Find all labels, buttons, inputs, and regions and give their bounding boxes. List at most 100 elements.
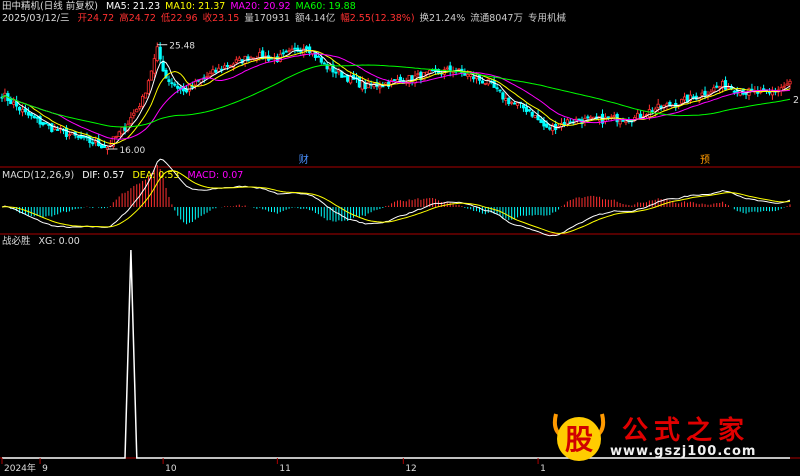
candle-body-114	[334, 71, 338, 74]
candle-body-18	[53, 127, 57, 130]
candle-body-162	[474, 76, 479, 79]
watermark-name: 公式之家	[622, 416, 751, 446]
candle-body-182	[533, 115, 537, 118]
candle-body-53	[155, 46, 159, 62]
candle-body-211	[618, 120, 622, 125]
candle-body-248	[726, 87, 731, 89]
candle-body-172	[504, 97, 508, 101]
candle-body-4	[12, 101, 16, 105]
candle-body-193	[565, 119, 569, 125]
candle-body-174	[510, 101, 514, 104]
candle-body-240	[703, 90, 707, 96]
candle-body-213	[624, 120, 628, 124]
candle-body-159	[466, 73, 470, 77]
candle-body-98	[287, 50, 291, 52]
candle-body-80	[234, 59, 238, 63]
quote-item-6: 幅2.55(12.38%)	[340, 13, 415, 24]
candle-body-42	[123, 127, 127, 131]
candle-body-44	[129, 116, 133, 125]
candle-body-181	[530, 111, 534, 117]
ma-legend: MA5: 21.23 MA10: 21.37 MA20: 20.92 MA60: 19…	[106, 1, 361, 12]
quote-item-2: 低22.96	[160, 13, 198, 24]
dif-value: DIF: 0.57	[82, 170, 125, 181]
quote-item-1: 高24.72	[119, 13, 156, 24]
candle-body-244	[715, 85, 719, 88]
ma-line-ma60	[1, 64, 791, 128]
candle-body-34	[99, 144, 104, 149]
candle-body-26	[76, 136, 80, 138]
candle-body-23	[67, 134, 71, 136]
candle-body-49	[143, 92, 148, 99]
macd-title: MACD(12,26,9)	[2, 170, 75, 181]
x-axis-label-3: 11	[279, 464, 290, 474]
candle-body-84	[246, 56, 250, 62]
candle-body-58	[170, 82, 174, 85]
candle-body-192	[562, 121, 567, 126]
x-axis-label-0: 2024年	[4, 462, 36, 474]
candle-body-243	[712, 87, 716, 92]
candle-body-99	[290, 48, 294, 51]
candle-body-59	[173, 83, 177, 86]
candle-body-41	[120, 126, 124, 135]
candle-body-179	[524, 106, 528, 112]
candle-body-263	[770, 91, 775, 96]
x-axis-label-5: 1	[540, 464, 546, 474]
candle-body-74	[217, 67, 221, 72]
candle-body-19	[56, 129, 60, 131]
candle-body-50	[146, 80, 151, 95]
candle-body-185	[542, 120, 546, 127]
candle-body-152	[445, 67, 449, 70]
candle-body-60	[176, 85, 180, 89]
candle-body-209	[612, 115, 616, 118]
candle-body-118	[346, 74, 350, 82]
x-axis-label-2: 10	[165, 464, 177, 474]
candle-body-267	[782, 85, 786, 88]
candle-body-170	[498, 89, 502, 92]
ma-legend-item-3: MA60: 19.88	[295, 1, 356, 12]
right-edge-label: 2	[793, 95, 800, 106]
candle-body-134	[392, 79, 397, 81]
candle-body-112	[328, 65, 332, 70]
price-annotation-1: 16.00	[119, 146, 145, 156]
candle-body-247	[723, 80, 728, 90]
gu-logo-glyph: 股	[565, 423, 593, 456]
quote-item-8: 流通8047万	[470, 13, 523, 24]
candle-body-45	[132, 112, 136, 116]
ma-line-ma10	[1, 49, 791, 144]
candle-body-233	[682, 96, 687, 101]
candle-body-129	[378, 85, 382, 89]
quote-item-7: 换21.24%	[419, 13, 466, 24]
candle-body-10	[29, 113, 33, 117]
candle-body-46	[135, 108, 139, 113]
candle-body-15	[44, 122, 48, 125]
quote-item-4: 量170931	[244, 13, 291, 24]
candle-body-254	[744, 93, 748, 95]
candle-body-109	[319, 57, 323, 63]
candle-body-224	[656, 103, 660, 109]
watermark-url: www.gszj100.com	[610, 444, 757, 459]
quote-item-9: 专用机械	[527, 13, 566, 24]
candle-body-136	[398, 76, 402, 81]
candle-body-72	[211, 69, 215, 74]
candle-body-176	[515, 102, 520, 106]
candle-body-105	[307, 46, 312, 54]
price-header-line1: 田中精机(日线 前复权) MA5: 21.23 MA10: 21.37 MA20: …	[2, 1, 366, 13]
price-header-line2: 2025/03/12/三 开24.72 高24.72 低22.96 收23.15 量17…	[2, 13, 576, 25]
xg-value: XG: 0.00	[38, 236, 80, 247]
candle-body-30	[88, 135, 92, 143]
candle-body-47	[138, 106, 142, 109]
candle-body-104	[305, 46, 309, 50]
ma-legend-item-1: MA10: 21.37	[165, 1, 226, 12]
candle-body-268	[785, 83, 789, 86]
candle-body-110	[322, 62, 326, 65]
candle-body-76	[223, 65, 227, 69]
candle-body-160	[469, 74, 473, 77]
candle-body-97	[284, 50, 288, 53]
candle-body-180	[527, 109, 531, 112]
candle-body-70	[205, 75, 209, 78]
candle-body-51	[149, 70, 153, 81]
candle-body-122	[357, 76, 361, 88]
candle-body-183	[536, 115, 540, 121]
ma-legend-item-0: MA5: 21.23	[105, 1, 161, 12]
candle-body-31	[91, 142, 95, 145]
